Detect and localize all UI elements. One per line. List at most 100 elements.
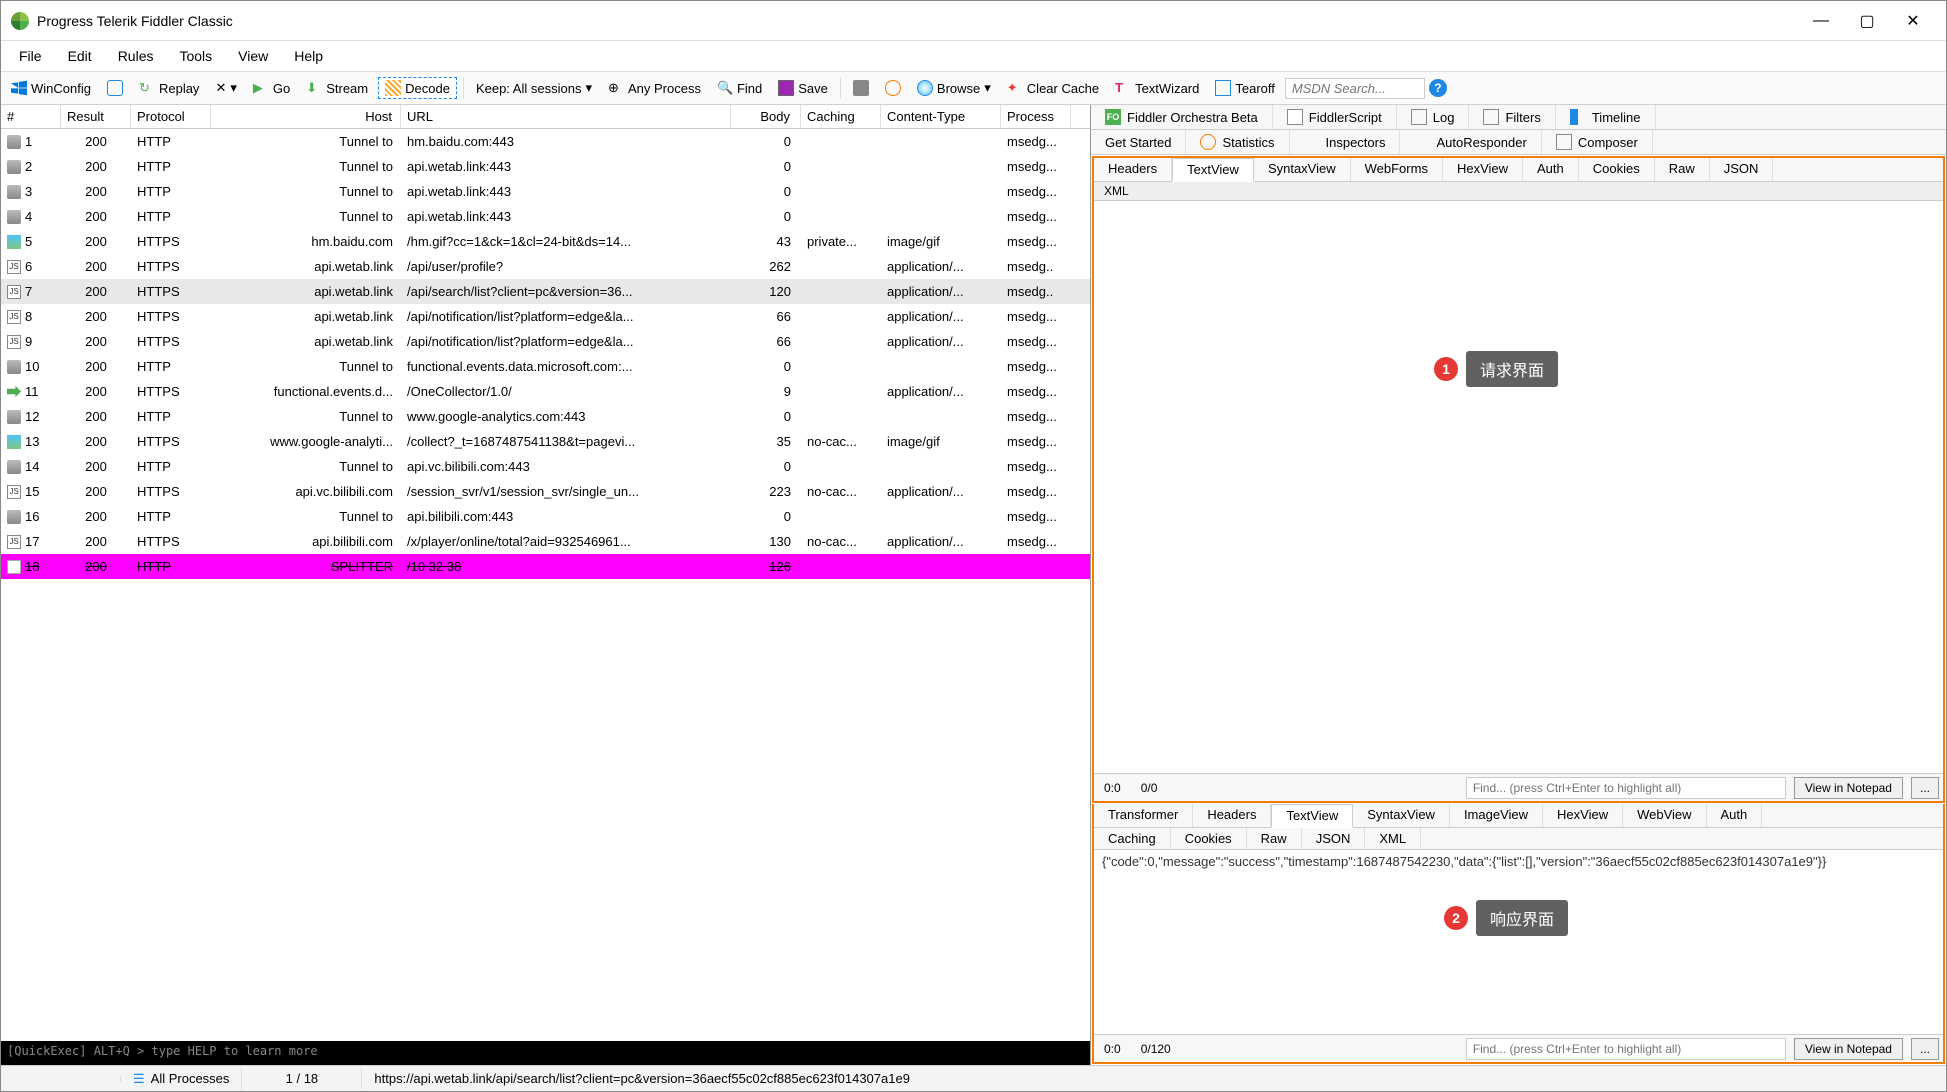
- request-tab-syntaxview[interactable]: SyntaxView: [1254, 158, 1351, 181]
- tearoff-button[interactable]: Tearoff: [1209, 77, 1281, 99]
- col-contenttype[interactable]: Content-Type: [881, 105, 1001, 128]
- response-inspector: TransformerHeadersTextViewSyntaxViewImag…: [1092, 804, 1945, 1064]
- maximize-button[interactable]: ▢: [1844, 5, 1890, 37]
- response-tab-textview[interactable]: TextView: [1271, 804, 1353, 828]
- response-tab-auth[interactable]: Auth: [1707, 804, 1763, 827]
- menu-tools[interactable]: Tools: [167, 44, 224, 68]
- request-textview[interactable]: 1 请求界面: [1094, 201, 1943, 773]
- msdn-search-input[interactable]: [1285, 78, 1425, 99]
- quickexec-bar[interactable]: [QuickExec] ALT+Q > type HELP to learn m…: [1, 1041, 1090, 1065]
- col-num[interactable]: #: [1, 105, 61, 128]
- response-tab-webview[interactable]: WebView: [1623, 804, 1706, 827]
- anyprocess-button[interactable]: ⊕Any Process: [602, 77, 707, 99]
- response-find-input[interactable]: [1466, 1038, 1786, 1060]
- response-tab-json[interactable]: JSON: [1302, 828, 1366, 849]
- response-tab-syntaxview[interactable]: SyntaxView: [1353, 804, 1450, 827]
- right-tab-statistics[interactable]: Statistics: [1186, 130, 1289, 154]
- response-tab-cookies[interactable]: Cookies: [1171, 828, 1247, 849]
- winconfig-button[interactable]: WinConfig: [5, 77, 97, 99]
- session-row[interactable]: 16200HTTPTunnel toapi.bilibili.com:4430m…: [1, 504, 1090, 529]
- right-tab-filters[interactable]: Filters: [1469, 105, 1555, 129]
- session-row[interactable]: 13200HTTPSwww.google-analyti.../collect?…: [1, 429, 1090, 454]
- request-tab-hexview[interactable]: HexView: [1443, 158, 1523, 181]
- request-view-notepad-button[interactable]: View in Notepad: [1794, 777, 1903, 799]
- request-tab-webforms[interactable]: WebForms: [1351, 158, 1443, 181]
- session-row[interactable]: 11200HTTPSfunctional.events.d.../OneColl…: [1, 379, 1090, 404]
- session-row[interactable]: 5200HTTPShm.baidu.com/hm.gif?cc=1&ck=1&c…: [1, 229, 1090, 254]
- col-process[interactable]: Process: [1001, 105, 1071, 128]
- session-row[interactable]: JS6200HTTPSapi.wetab.link/api/user/profi…: [1, 254, 1090, 279]
- request-tab-cookies[interactable]: Cookies: [1579, 158, 1655, 181]
- right-tab-inspectors[interactable]: Inspectors: [1290, 130, 1401, 154]
- session-row[interactable]: 12200HTTPTunnel towww.google-analytics.c…: [1, 404, 1090, 429]
- request-tab-json[interactable]: JSON: [1710, 158, 1774, 181]
- response-tab-hexview[interactable]: HexView: [1543, 804, 1623, 827]
- remove-button[interactable]: ✕ ▾: [209, 77, 242, 99]
- col-caching[interactable]: Caching: [801, 105, 881, 128]
- right-tab-log[interactable]: Log: [1397, 105, 1470, 129]
- clearcache-button[interactable]: ✦Clear Cache: [1001, 77, 1105, 99]
- right-tab-fiddler-orchestra-beta[interactable]: FOFiddler Orchestra Beta: [1091, 105, 1273, 129]
- col-body[interactable]: Body: [731, 105, 801, 128]
- col-url[interactable]: URL: [401, 105, 731, 128]
- save-button[interactable]: Save: [772, 77, 834, 99]
- right-tab-composer[interactable]: Composer: [1542, 130, 1653, 154]
- session-row[interactable]: 1200HTTPTunnel tohm.baidu.com:4430msedg.…: [1, 129, 1090, 154]
- timer-button[interactable]: [879, 77, 907, 99]
- menu-help[interactable]: Help: [282, 44, 335, 68]
- replay-button[interactable]: ↻Replay: [133, 77, 205, 99]
- session-row[interactable]: 3200HTTPTunnel toapi.wetab.link:4430msed…: [1, 179, 1090, 204]
- request-subtab-xml[interactable]: XML: [1094, 182, 1139, 200]
- decode-button[interactable]: Decode: [378, 77, 457, 99]
- stream-button[interactable]: ⬇Stream: [300, 77, 374, 99]
- right-tab-fiddlerscript[interactable]: FiddlerScript: [1273, 105, 1397, 129]
- session-row[interactable]: JS9200HTTPSapi.wetab.link/api/notificati…: [1, 329, 1090, 354]
- session-row[interactable]: 4200HTTPTunnel toapi.wetab.link:4430msed…: [1, 204, 1090, 229]
- session-row[interactable]: JS17200HTTPSapi.bilibili.com/x/player/on…: [1, 529, 1090, 554]
- sessions-list[interactable]: 1200HTTPTunnel tohm.baidu.com:4430msedg.…: [1, 129, 1090, 1041]
- close-button[interactable]: ✕: [1890, 5, 1936, 37]
- request-tab-auth[interactable]: Auth: [1523, 158, 1579, 181]
- request-more-button[interactable]: ...: [1911, 777, 1939, 799]
- right-tab-autoresponder[interactable]: AutoResponder: [1400, 130, 1541, 154]
- minimize-button[interactable]: —: [1798, 5, 1844, 37]
- request-tab-headers[interactable]: Headers: [1094, 158, 1172, 181]
- menu-view[interactable]: View: [226, 44, 280, 68]
- screenshot-button[interactable]: [847, 77, 875, 99]
- status-processes[interactable]: ☰All Processes: [121, 1068, 242, 1090]
- response-view-notepad-button[interactable]: View in Notepad: [1794, 1038, 1903, 1060]
- right-tab-get-started[interactable]: Get Started: [1091, 130, 1186, 154]
- response-tab-transformer[interactable]: Transformer: [1094, 804, 1193, 827]
- right-tab-timeline[interactable]: Timeline: [1556, 105, 1656, 129]
- col-host[interactable]: Host: [211, 105, 401, 128]
- browse-button[interactable]: Browse ▾: [911, 77, 997, 99]
- find-button[interactable]: 🔍Find: [711, 77, 768, 99]
- session-row[interactable]: 14200HTTPTunnel toapi.vc.bilibili.com:44…: [1, 454, 1090, 479]
- response-tab-imageview[interactable]: ImageView: [1450, 804, 1543, 827]
- response-textview[interactable]: {"code":0,"message":"success","timestamp…: [1094, 850, 1943, 1034]
- request-tab-raw[interactable]: Raw: [1655, 158, 1710, 181]
- menu-edit[interactable]: Edit: [56, 44, 104, 68]
- session-row[interactable]: JS8200HTTPSapi.wetab.link/api/notificati…: [1, 304, 1090, 329]
- request-find-input[interactable]: [1466, 777, 1786, 799]
- response-tab-caching[interactable]: Caching: [1094, 828, 1171, 849]
- menu-file[interactable]: File: [7, 44, 54, 68]
- session-row[interactable]: JS15200HTTPSapi.vc.bilibili.com/session_…: [1, 479, 1090, 504]
- session-row[interactable]: 2200HTTPTunnel toapi.wetab.link:4430msed…: [1, 154, 1090, 179]
- menu-rules[interactable]: Rules: [106, 44, 166, 68]
- go-button[interactable]: ▶Go: [247, 77, 296, 99]
- session-row[interactable]: 10200HTTPTunnel tofunctional.events.data…: [1, 354, 1090, 379]
- response-tab-xml[interactable]: XML: [1365, 828, 1421, 849]
- response-tab-headers[interactable]: Headers: [1193, 804, 1271, 827]
- textwizard-button[interactable]: TTextWizard: [1109, 77, 1205, 99]
- session-row[interactable]: 18200HTTPSPLITTER/10 32 38126: [1, 554, 1090, 579]
- col-result[interactable]: Result: [61, 105, 131, 128]
- session-row[interactable]: JS7200HTTPSapi.wetab.link/api/search/lis…: [1, 279, 1090, 304]
- help-icon[interactable]: ?: [1429, 79, 1447, 97]
- col-protocol[interactable]: Protocol: [131, 105, 211, 128]
- request-tab-textview[interactable]: TextView: [1172, 158, 1254, 182]
- comment-button[interactable]: [101, 77, 129, 99]
- response-more-button[interactable]: ...: [1911, 1038, 1939, 1060]
- response-tab-raw[interactable]: Raw: [1247, 828, 1302, 849]
- keep-dropdown[interactable]: Keep: All sessions ▾: [470, 77, 598, 99]
